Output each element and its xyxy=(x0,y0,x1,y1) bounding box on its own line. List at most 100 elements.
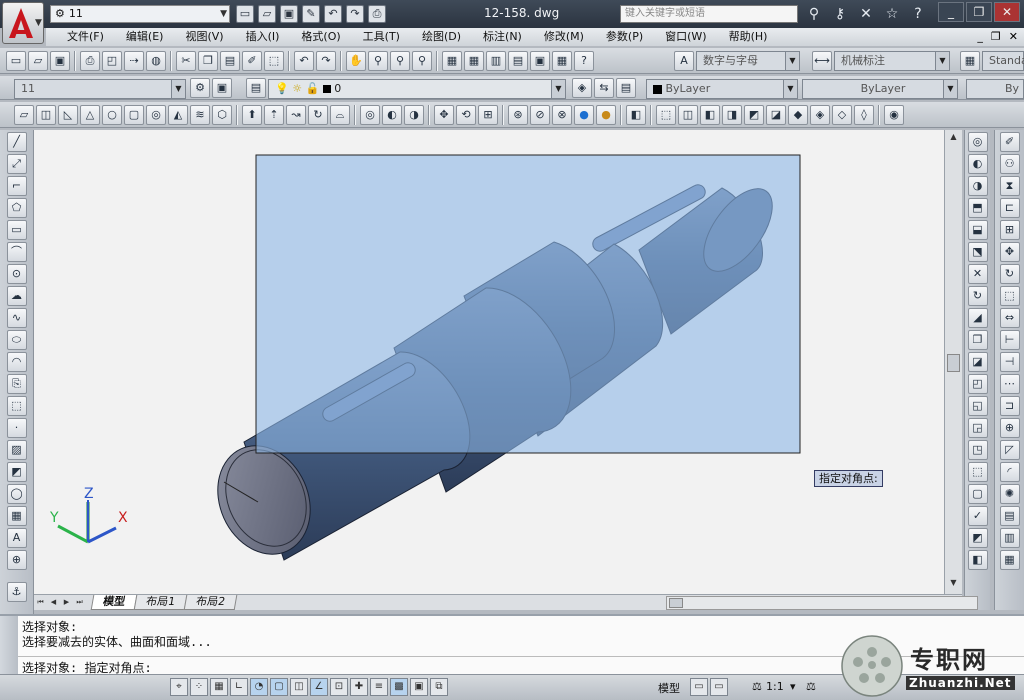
3d-dwf-icon[interactable]: ◍ xyxy=(146,51,166,71)
array-icon[interactable]: ⊞ xyxy=(999,220,1020,240)
3d-move-icon[interactable]: ✥ xyxy=(434,105,454,125)
transparency-icon[interactable]: ▩ xyxy=(390,678,408,696)
chevron-down-icon[interactable]: ▼ xyxy=(935,52,949,70)
camera-icon[interactable]: ◉ xyxy=(884,105,904,125)
favorites-star-icon[interactable]: ☆ xyxy=(882,4,902,24)
presspull-icon[interactable]: ⇡ xyxy=(264,105,284,125)
tab-layout1[interactable]: 布局1 xyxy=(133,595,188,610)
open-folder-icon[interactable]: ▱ xyxy=(258,5,276,23)
rectangle-icon[interactable]: ▭ xyxy=(6,220,27,240)
color-edges-icon[interactable]: ◱ xyxy=(967,396,988,416)
menu-insert[interactable]: 插入(I) xyxy=(235,28,291,46)
annotation-scale-icon[interactable]: ⚖ xyxy=(752,680,762,693)
sw-iso-icon[interactable]: ◆ xyxy=(788,105,808,125)
redo-icon[interactable]: ↷ xyxy=(346,5,364,23)
ne-iso-icon[interactable]: ◇ xyxy=(832,105,852,125)
my-workspace-icon[interactable]: ▣ xyxy=(212,78,232,98)
visual-style-wireframe-icon[interactable]: ⊘ xyxy=(530,105,550,125)
view-right-icon[interactable]: ◨ xyxy=(722,105,742,125)
copy-faces-icon[interactable]: ❐ xyxy=(967,330,988,350)
chevron-down-icon[interactable]: ▼ xyxy=(785,52,799,70)
text-style-icon[interactable]: A xyxy=(674,51,694,71)
undo-icon[interactable]: ↶ xyxy=(294,51,314,71)
table-style-icon[interactable]: ▦ xyxy=(960,51,980,71)
polyline-icon[interactable]: ⌐ xyxy=(6,176,27,196)
minimize-button[interactable]: _ xyxy=(938,2,964,22)
chevron-down-icon[interactable]: ▼ xyxy=(943,80,957,98)
hatch-icon[interactable]: ▨ xyxy=(6,440,27,460)
menu-parameter[interactable]: 参数(P) xyxy=(595,28,654,46)
view-top-icon[interactable]: ⬚ xyxy=(656,105,676,125)
delete-faces-icon[interactable]: ✕ xyxy=(967,264,988,284)
zoom-previous-icon[interactable]: ⚲ xyxy=(412,51,432,71)
line-icon[interactable]: ╱ xyxy=(6,132,27,152)
helix-icon[interactable]: ≋ xyxy=(190,105,210,125)
menu-format[interactable]: 格式(O) xyxy=(290,28,351,46)
sphere-icon[interactable]: ○ xyxy=(102,105,122,125)
mirror-icon[interactable]: ⧗ xyxy=(999,176,1020,196)
chevron-down-icon[interactable]: ▾ xyxy=(790,680,796,693)
tab-model[interactable]: 模型 xyxy=(90,595,138,610)
redo-icon[interactable]: ↷ xyxy=(316,51,336,71)
clean-icon[interactable]: ◳ xyxy=(967,440,988,460)
intersect-icon[interactable]: ◑ xyxy=(404,105,424,125)
scroll-down-icon[interactable]: ▼ xyxy=(947,578,960,592)
menu-modify[interactable]: 修改(M) xyxy=(533,28,595,46)
layer-combo[interactable]: 💡 ☼ 🔓 0 ▼ xyxy=(268,79,566,99)
scroll-thumb[interactable] xyxy=(947,354,960,372)
scroll-thumb[interactable] xyxy=(669,598,683,608)
point-icon[interactable]: · xyxy=(6,418,27,438)
next-tab-icon[interactable]: ▶ xyxy=(60,596,73,609)
cone-icon[interactable]: △ xyxy=(80,105,100,125)
menu-view[interactable]: 视图(V) xyxy=(174,28,234,46)
new-icon[interactable]: ▭ xyxy=(6,51,26,71)
move-faces-icon[interactable]: ⬓ xyxy=(967,220,988,240)
color-combo[interactable]: ByLayer ▼ xyxy=(646,79,798,99)
taper-faces-icon[interactable]: ◢ xyxy=(967,308,988,328)
new-file-icon[interactable]: ▭ xyxy=(236,5,254,23)
workspace-selector[interactable]: ⚙ 11 ▼ xyxy=(50,5,230,23)
open-icon[interactable]: ▱ xyxy=(28,51,48,71)
offset-faces-icon[interactable]: ⬔ xyxy=(967,242,988,262)
region-icon[interactable]: ◯ xyxy=(6,484,27,504)
move-icon[interactable]: ✥ xyxy=(999,242,1020,262)
break-icon[interactable]: ⊐ xyxy=(999,396,1020,416)
arc-icon[interactable]: ⌒ xyxy=(6,242,27,262)
visual-style-hidden-icon[interactable]: ⊗ xyxy=(552,105,572,125)
menu-help[interactable]: 帮助(H) xyxy=(718,28,779,46)
multiline-text-icon[interactable]: A xyxy=(6,528,27,548)
snap-icon[interactable]: ⁘ xyxy=(190,678,208,696)
application-menu-button[interactable]: ▼ xyxy=(2,2,44,44)
polysolid-icon[interactable]: ▱ xyxy=(14,105,34,125)
chevron-down-icon[interactable]: ▼ xyxy=(171,80,185,98)
union-icon[interactable]: ◎ xyxy=(360,105,380,125)
join-icon[interactable]: ⊕ xyxy=(999,418,1020,438)
menu-window[interactable]: 窗口(W) xyxy=(654,28,717,46)
visual-styles-manager-icon[interactable]: ◧ xyxy=(626,105,646,125)
torus-icon[interactable]: ◎ xyxy=(146,105,166,125)
prev-tab-icon[interactable]: ◀ xyxy=(47,596,60,609)
planar-surface-icon[interactable]: ⬡ xyxy=(212,105,232,125)
subtract-icon[interactable]: ◐ xyxy=(967,154,988,174)
circle-icon[interactable]: ⊙ xyxy=(6,264,27,284)
loft-icon[interactable]: ⌓ xyxy=(330,105,350,125)
slice-icon[interactable]: ◩ xyxy=(967,528,988,548)
osnap-icon[interactable]: ▢ xyxy=(270,678,288,696)
imprint-icon[interactable]: ◲ xyxy=(967,418,988,438)
sweep-icon[interactable]: ↝ xyxy=(286,105,306,125)
linetype-combo[interactable]: ByLayer ▼ xyxy=(802,79,958,99)
anchor-icon[interactable]: ⚓ xyxy=(6,582,27,602)
save-as-icon[interactable]: ✎ xyxy=(302,5,320,23)
dyn-icon[interactable]: ✚ xyxy=(350,678,368,696)
stack-icon-3[interactable]: ▦ xyxy=(999,550,1020,570)
help-icon[interactable]: ? xyxy=(908,4,928,24)
zoom-window-icon[interactable]: ⚲ xyxy=(390,51,410,71)
check-icon[interactable]: ✓ xyxy=(967,506,988,526)
copy-icon[interactable]: ⚇ xyxy=(999,154,1020,174)
layer-previous-icon[interactable]: ⇆ xyxy=(594,78,614,98)
doc-restore-button[interactable]: ❐ xyxy=(991,28,1001,46)
grid-icon[interactable]: ▦ xyxy=(210,678,228,696)
layer-state-icon[interactable]: ▤ xyxy=(616,78,636,98)
menu-draw[interactable]: 绘图(D) xyxy=(411,28,472,46)
print-icon[interactable]: ⎙ xyxy=(368,5,386,23)
